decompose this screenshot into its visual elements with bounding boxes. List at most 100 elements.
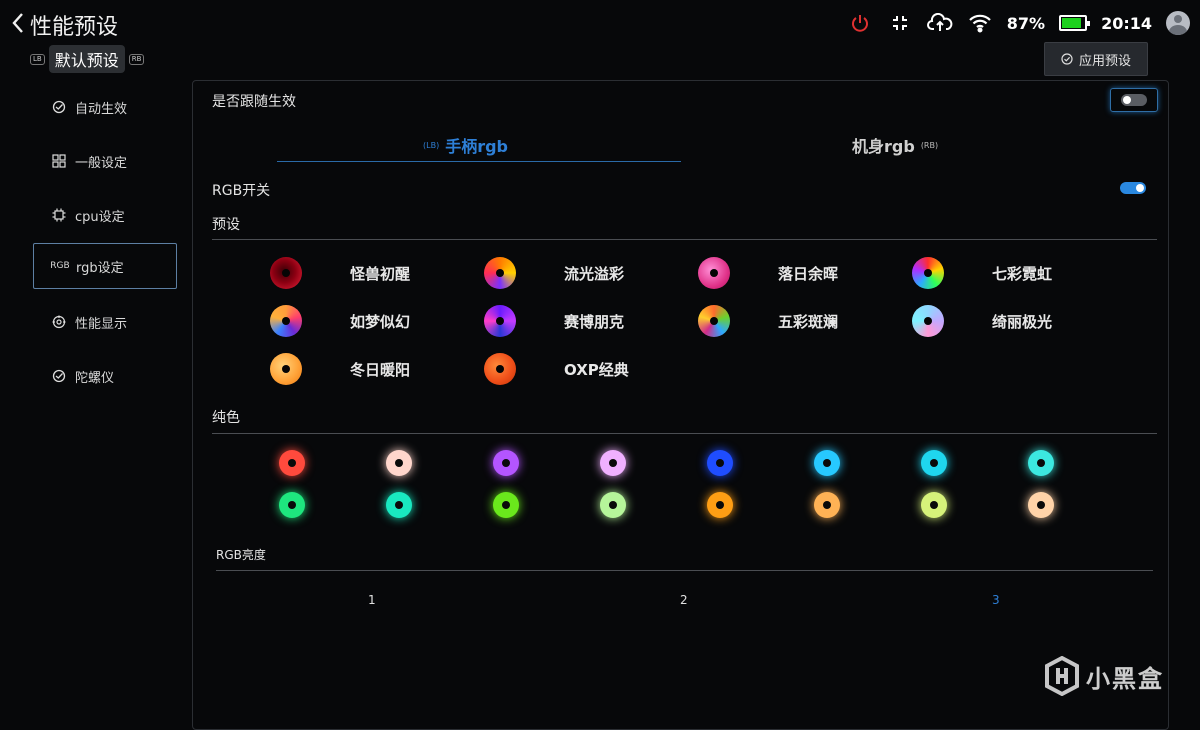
preset-swatch	[270, 305, 302, 337]
xiaoheihe-logo-icon	[1045, 656, 1079, 696]
brightness-level-1[interactable]: 1	[368, 593, 376, 607]
preset-item[interactable]: 赛博朋克	[484, 305, 624, 337]
solid-color-swatch[interactable]	[279, 492, 305, 518]
preset-swatch	[912, 257, 944, 289]
preset-name: 落日余晖	[778, 264, 839, 283]
rgb-settings-panel	[192, 80, 1169, 730]
lb-tag: LB	[30, 53, 45, 65]
preset-item[interactable]: 五彩斑斓	[698, 305, 838, 337]
follow-toggle[interactable]	[1110, 88, 1158, 112]
preset-name: 默认预设	[48, 45, 125, 73]
divider	[212, 433, 1157, 434]
solid-color-swatch[interactable]	[386, 450, 412, 476]
sidebar-item-label: 自动生效	[75, 101, 128, 117]
preset-item[interactable]: 如梦似幻	[270, 305, 410, 337]
preset-item[interactable]: 落日余晖	[698, 257, 838, 289]
sidebar-item-label: cpu设定	[75, 209, 125, 225]
preset-swatch	[484, 305, 516, 337]
solid-color-swatch[interactable]	[600, 492, 626, 518]
tab-controller-rgb[interactable]: (LB) 手柄rgb	[423, 133, 508, 157]
preset-item[interactable]: OXP经典	[484, 353, 629, 385]
preset-swatch	[698, 305, 730, 337]
grid-icon	[51, 153, 67, 169]
sidebar-item-label: 陀螺仪	[75, 370, 115, 386]
brightness-level-2[interactable]: 2	[680, 593, 688, 607]
preset-name: 五彩斑斓	[778, 312, 839, 331]
solid-color-swatch[interactable]	[921, 450, 947, 476]
active-tab-underline	[277, 161, 681, 162]
clock: 20:14	[1101, 13, 1152, 33]
tab-suffix: (RB)	[920, 140, 939, 150]
preset-name: 流光溢彩	[564, 264, 625, 283]
sidebar-item-rgb[interactable]: RGB rgb设定	[33, 243, 177, 289]
brightness-level-3[interactable]: 3	[992, 593, 1000, 607]
preset-name: 绮丽极光	[992, 312, 1053, 331]
preset-item[interactable]: 绮丽极光	[912, 305, 1052, 337]
preset-item[interactable]: 七彩霓虹	[912, 257, 1052, 289]
preset-swatch	[270, 353, 302, 385]
page-title: 性能预设	[30, 15, 119, 40]
solid-color-swatch[interactable]	[493, 450, 519, 476]
avatar[interactable]	[1166, 11, 1190, 35]
solid-color-swatch[interactable]	[386, 492, 412, 518]
check-circle-icon	[1061, 53, 1073, 65]
solid-color-swatch[interactable]	[921, 492, 947, 518]
rb-tag: RB	[128, 53, 145, 65]
preset-swatch	[484, 257, 516, 289]
sidebar-item-label: 一般设定	[75, 155, 128, 171]
preset-swatch	[270, 257, 302, 289]
solid-color-swatch[interactable]	[707, 450, 733, 476]
compress-icon[interactable]	[887, 10, 913, 36]
follow-switch[interactable]	[1121, 94, 1147, 106]
sidebar-item-general[interactable]: 一般设定	[33, 138, 177, 184]
apply-preset-button[interactable]: 应用预设	[1044, 42, 1148, 76]
gyroscope-icon	[51, 368, 67, 384]
tab-label: 机身rgb	[852, 137, 915, 156]
divider	[212, 239, 1157, 240]
preset-item[interactable]: 流光溢彩	[484, 257, 624, 289]
sidebar-item-performance-display[interactable]: 性能显示	[33, 299, 177, 345]
cloud-upload-icon[interactable]	[926, 10, 953, 36]
solid-color-swatch[interactable]	[1028, 450, 1054, 476]
preset-name: 冬日暖阳	[350, 360, 411, 379]
sidebar-item-auto-apply[interactable]: 自动生效	[33, 84, 177, 130]
preset-selector[interactable]: LB 默认预设 RB	[30, 45, 145, 73]
cpu-icon	[51, 207, 67, 223]
solid-color-swatch[interactable]	[600, 450, 626, 476]
watermark: 小黑盒	[1044, 656, 1164, 696]
solid-section-label: 纯色	[212, 410, 240, 426]
follow-label: 是否跟随生效	[212, 94, 296, 110]
solid-color-swatch[interactable]	[1028, 492, 1054, 518]
solid-color-swatch[interactable]	[279, 450, 305, 476]
preset-name: 赛博朋克	[564, 312, 625, 331]
switch-knob	[1136, 184, 1144, 192]
battery-icon	[1059, 15, 1091, 31]
solid-color-swatch[interactable]	[814, 450, 840, 476]
back-button[interactable]	[6, 10, 30, 36]
solid-color-swatch[interactable]	[707, 492, 733, 518]
rgb-switch[interactable]	[1120, 182, 1146, 194]
apply-preset-label: 应用预设	[1078, 53, 1131, 69]
status-bar: 87% 20:14	[847, 8, 1190, 38]
battery-level	[1062, 18, 1082, 28]
auto-apply-icon	[51, 99, 67, 115]
preset-item[interactable]: 怪兽初醒	[270, 257, 410, 289]
sidebar-item-cpu[interactable]: cpu设定	[33, 192, 177, 238]
preset-swatch	[698, 257, 730, 289]
solid-color-swatch[interactable]	[814, 492, 840, 518]
presets-section-label: 预设	[212, 217, 240, 233]
preset-item[interactable]: 冬日暖阳	[270, 353, 410, 385]
power-icon[interactable]	[847, 10, 873, 36]
chevron-left-icon	[12, 13, 23, 33]
sidebar-item-gyroscope[interactable]: 陀螺仪	[33, 353, 177, 399]
rgb-switch-label: RGB开关	[212, 183, 271, 199]
tab-label: 手柄rgb	[445, 137, 508, 156]
sidebar-item-label: rgb设定	[76, 260, 124, 276]
sidebar-item-label: 性能显示	[75, 316, 128, 332]
tab-prefix: (LB)	[423, 140, 440, 150]
preset-swatch	[484, 353, 516, 385]
preset-name: OXP经典	[564, 360, 629, 379]
tab-body-rgb[interactable]: 机身rgb (RB)	[852, 133, 938, 157]
solid-color-swatch[interactable]	[493, 492, 519, 518]
wifi-icon	[967, 10, 993, 36]
